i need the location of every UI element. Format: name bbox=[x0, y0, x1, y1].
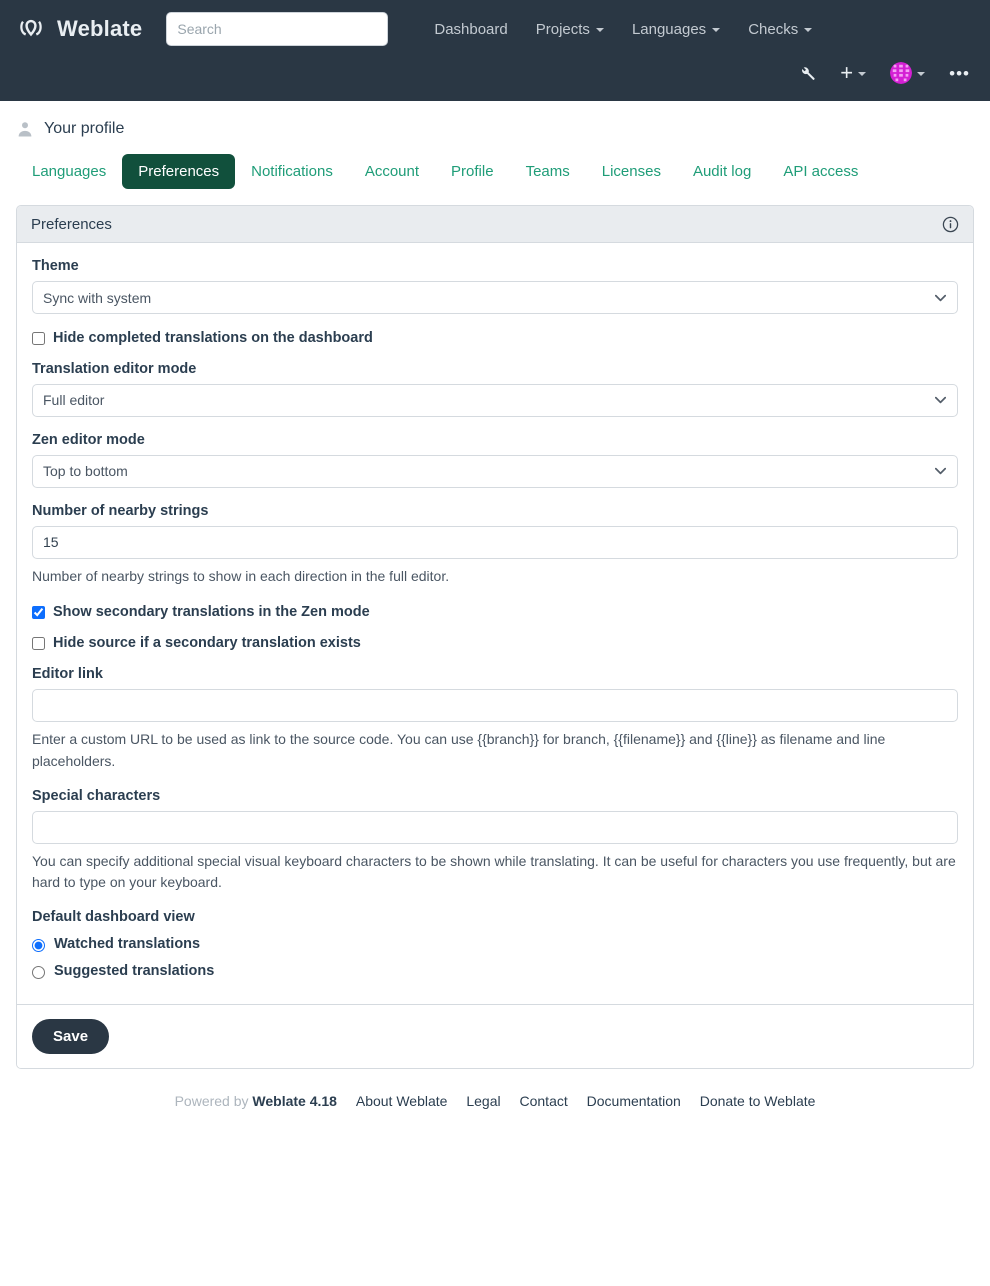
nearby-strings-input[interactable] bbox=[32, 525, 958, 559]
chevron-down-icon bbox=[917, 72, 926, 76]
preferences-panel: Preferences Theme Sync with system Hide … bbox=[16, 205, 974, 1069]
chevron-down-icon bbox=[804, 28, 813, 32]
navbar-primary-row: Weblate Dashboard Projects Languages Che… bbox=[0, 0, 990, 50]
theme-group: Theme Sync with system bbox=[32, 258, 958, 314]
more-menu-button[interactable]: ••• bbox=[939, 61, 980, 86]
ellipsis-icon: ••• bbox=[949, 63, 970, 83]
save-button[interactable]: Save bbox=[32, 1018, 110, 1054]
hide-completed-label[interactable]: Hide completed translations on the dashb… bbox=[53, 329, 373, 348]
special-characters-help: You can specify additional special visua… bbox=[32, 852, 956, 891]
suggested-translations-row[interactable]: Suggested translations bbox=[32, 963, 958, 979]
wrench-icon bbox=[799, 65, 816, 82]
nav-link-checks-label: Checks bbox=[748, 20, 799, 38]
show-secondary-checkbox[interactable] bbox=[32, 605, 45, 619]
nav-link-dashboard-label: Dashboard bbox=[434, 20, 508, 38]
tab-profile[interactable]: Profile bbox=[435, 154, 510, 189]
navbar-secondary-row: + ••• bbox=[789, 58, 980, 88]
site-footer: Powered by Weblate 4.18 About Weblate Le… bbox=[16, 1069, 974, 1127]
hide-source-row[interactable]: Hide source if a secondary translation e… bbox=[32, 634, 958, 653]
add-button[interactable]: + bbox=[830, 62, 876, 84]
nearby-strings-help: Number of nearby strings to show in each… bbox=[32, 567, 450, 584]
info-circle-icon[interactable] bbox=[942, 216, 959, 233]
page-title: Your profile bbox=[44, 119, 125, 137]
chevron-down-icon bbox=[712, 28, 721, 32]
watched-translations-label[interactable]: Watched translations bbox=[54, 936, 200, 952]
brand-title: Weblate bbox=[57, 16, 143, 41]
footer-link-documentation[interactable]: Documentation bbox=[587, 1093, 681, 1109]
powered-by-text: Powered by bbox=[174, 1092, 249, 1109]
panel-title: Preferences bbox=[31, 215, 112, 233]
translation-editor-mode-label: Translation editor mode bbox=[32, 360, 197, 377]
footer-link-contact[interactable]: Contact bbox=[520, 1093, 568, 1109]
footer-link-donate[interactable]: Donate to Weblate bbox=[700, 1093, 816, 1109]
navbar-links: Dashboard Projects Languages Checks bbox=[420, 17, 826, 42]
editor-link-input[interactable] bbox=[32, 689, 958, 723]
theme-label: Theme bbox=[32, 258, 79, 274]
nearby-strings-group: Number of nearby strings Number of nearb… bbox=[32, 503, 958, 588]
nav-link-dashboard[interactable]: Dashboard bbox=[420, 17, 521, 42]
user-avatar bbox=[890, 62, 913, 84]
suggested-translations-radio[interactable] bbox=[32, 965, 45, 979]
default-dashboard-label: Default dashboard view bbox=[32, 908, 195, 925]
weblate-version: Weblate 4.18 bbox=[252, 1092, 337, 1109]
translation-editor-mode-group: Translation editor mode Full editor bbox=[32, 361, 958, 417]
plus-icon: + bbox=[840, 60, 854, 85]
tab-account[interactable]: Account bbox=[349, 154, 435, 189]
page-content: Your profile Languages Preferences Notif… bbox=[0, 101, 990, 1127]
hide-completed-checkbox[interactable] bbox=[32, 332, 45, 345]
nav-link-checks[interactable]: Checks bbox=[734, 17, 826, 42]
zen-editor-mode-label: Zen editor mode bbox=[32, 431, 145, 448]
tab-licenses[interactable]: Licenses bbox=[586, 154, 677, 189]
search-input[interactable] bbox=[166, 12, 389, 46]
page-title-row: Your profile bbox=[16, 101, 974, 143]
weblate-brand-link[interactable]: Weblate bbox=[16, 14, 142, 44]
special-characters-label: Special characters bbox=[32, 787, 161, 804]
footer-link-legal[interactable]: Legal bbox=[466, 1093, 500, 1109]
tools-button[interactable] bbox=[789, 61, 826, 86]
tab-languages[interactable]: Languages bbox=[16, 154, 122, 189]
zen-editor-mode-group: Zen editor mode Top to bottom bbox=[32, 432, 958, 488]
tab-api-access[interactable]: API access bbox=[767, 154, 874, 189]
translation-editor-mode-select[interactable]: Full editor bbox=[32, 383, 958, 417]
panel-footer: Save bbox=[17, 1003, 973, 1068]
tab-teams[interactable]: Teams bbox=[510, 154, 586, 189]
tab-audit-log[interactable]: Audit log bbox=[677, 154, 767, 189]
theme-select[interactable]: Sync with system bbox=[32, 281, 958, 314]
tab-preferences[interactable]: Preferences bbox=[122, 154, 236, 189]
nav-link-languages-label: Languages bbox=[631, 20, 707, 38]
user-menu-button[interactable] bbox=[880, 58, 935, 88]
editor-link-help: Enter a custom URL to be used as link to… bbox=[32, 731, 886, 769]
watched-translations-row[interactable]: Watched translations bbox=[32, 936, 958, 952]
tab-notifications[interactable]: Notifications bbox=[235, 154, 349, 189]
nav-link-languages[interactable]: Languages bbox=[618, 17, 734, 42]
hide-completed-row[interactable]: Hide completed translations on the dashb… bbox=[32, 329, 958, 348]
editor-link-label: Editor link bbox=[32, 666, 103, 683]
panel-header: Preferences bbox=[17, 206, 973, 243]
weblate-logo-icon bbox=[16, 14, 46, 44]
zen-editor-mode-select[interactable]: Top to bottom bbox=[32, 454, 958, 488]
default-dashboard-group: Default dashboard view Watched translati… bbox=[32, 909, 958, 979]
show-secondary-label[interactable]: Show secondary translations in the Zen m… bbox=[53, 603, 370, 622]
chevron-down-icon bbox=[595, 28, 604, 32]
nearby-strings-label: Number of nearby strings bbox=[32, 502, 209, 519]
suggested-translations-label[interactable]: Suggested translations bbox=[54, 963, 214, 979]
watched-translations-radio[interactable] bbox=[32, 938, 45, 952]
hide-source-checkbox[interactable] bbox=[32, 637, 45, 651]
hide-source-label[interactable]: Hide source if a secondary translation e… bbox=[53, 634, 361, 653]
editor-link-group: Editor link Enter a custom URL to be use… bbox=[32, 666, 958, 772]
special-characters-input[interactable] bbox=[32, 810, 958, 844]
person-icon bbox=[16, 120, 34, 138]
profile-tabs: Languages Preferences Notifications Acco… bbox=[16, 143, 974, 205]
nav-link-projects[interactable]: Projects bbox=[522, 17, 618, 42]
panel-body: Theme Sync with system Hide completed tr… bbox=[17, 243, 973, 1004]
special-characters-group: Special characters You can specify addit… bbox=[32, 788, 958, 894]
nav-link-projects-label: Projects bbox=[535, 20, 590, 38]
chevron-down-icon bbox=[858, 72, 867, 76]
show-secondary-row[interactable]: Show secondary translations in the Zen m… bbox=[32, 603, 958, 622]
footer-link-about[interactable]: About Weblate bbox=[356, 1093, 448, 1109]
top-navbar: Weblate Dashboard Projects Languages Che… bbox=[0, 0, 990, 101]
